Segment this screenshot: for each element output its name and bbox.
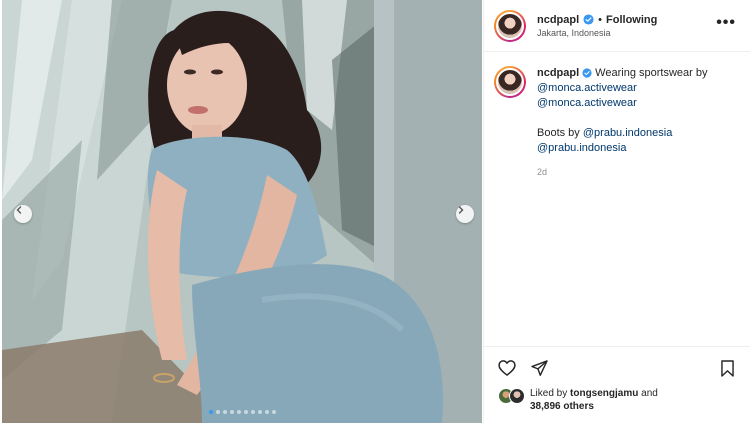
carousel-dot xyxy=(208,410,213,414)
caption-avatar[interactable] xyxy=(496,68,524,96)
post-modal: ncdpapl • Following Jakarta, Indonesia •… xyxy=(0,0,750,423)
likes-prefix: Liked by xyxy=(530,388,568,399)
likes-text: Liked by tongsengjamu and 38,896 others xyxy=(530,387,658,413)
follow-separator: • xyxy=(598,13,603,26)
caption-text: Wearing sportswear by xyxy=(595,67,708,79)
caption-boots-text: Boots by xyxy=(537,127,580,139)
caption-body: ncdpapl Wearing sportswear by @monca.acti… xyxy=(537,66,736,180)
verified-badge-icon xyxy=(583,14,594,25)
like-button[interactable] xyxy=(496,357,518,379)
caption-timestamp: 2d xyxy=(537,167,548,177)
following-button[interactable]: Following xyxy=(606,14,657,26)
post-author-username[interactable]: ncdpapl xyxy=(537,14,579,26)
liker-username[interactable]: tongsengjamu xyxy=(570,388,638,399)
mention-link[interactable]: @prabu.indonesia xyxy=(537,142,626,154)
action-buttons xyxy=(484,347,750,379)
share-button[interactable] xyxy=(528,357,550,379)
carousel-dot xyxy=(264,410,269,414)
chevron-right-icon xyxy=(458,206,464,214)
avatar xyxy=(509,388,525,404)
post-photo xyxy=(2,0,482,423)
caption-line-1: ncdpapl Wearing sportswear by @monca.acti… xyxy=(537,66,736,111)
avatar[interactable] xyxy=(496,11,524,40)
post-location[interactable]: Jakarta, Indonesia xyxy=(537,28,716,38)
verified-badge-icon xyxy=(582,68,592,78)
paper-plane-icon xyxy=(530,359,548,376)
header-text: ncdpapl • Following Jakarta, Indonesia xyxy=(537,14,716,38)
carousel-dot xyxy=(215,410,220,414)
post-header: ncdpapl • Following Jakarta, Indonesia •… xyxy=(484,0,750,52)
carousel-indicator xyxy=(2,410,482,414)
mention-link[interactable]: @prabu.indonesia xyxy=(583,127,672,139)
post-date: 2 DAYS AGO xyxy=(484,413,750,423)
carousel-dot xyxy=(229,410,234,414)
carousel-prev-button[interactable] xyxy=(14,205,32,223)
caption-story-ring[interactable] xyxy=(494,66,526,98)
carousel-dot xyxy=(271,410,276,414)
header-username-row: ncdpapl • Following xyxy=(537,14,716,26)
heart-icon xyxy=(498,360,516,376)
caption-block: ncdpapl Wearing sportswear by @monca.acti… xyxy=(484,52,750,180)
more-options-button[interactable]: ••• xyxy=(716,14,736,32)
bookmark-icon xyxy=(720,359,734,377)
carousel-dot xyxy=(236,410,241,414)
carousel-dot xyxy=(257,410,262,414)
carousel-dot xyxy=(250,410,255,414)
post-actions-section: Liked by tongsengjamu and 38,896 others … xyxy=(484,346,750,423)
carousel-dot xyxy=(222,410,227,414)
likes-summary: Liked by tongsengjamu and 38,896 others xyxy=(484,379,750,413)
caption-line-2: Boots by @prabu.indonesia @prabu.indones… xyxy=(537,126,736,156)
chevron-left-icon xyxy=(16,206,22,214)
likes-others-link[interactable]: 38,896 others xyxy=(530,401,594,412)
liker-avatars[interactable] xyxy=(498,388,526,404)
likes-conj: and xyxy=(641,388,658,399)
story-ring[interactable] xyxy=(494,9,526,42)
carousel-next-button[interactable] xyxy=(456,205,474,223)
photo-illustration xyxy=(2,0,482,423)
mention-link[interactable]: @monca.activewear xyxy=(537,82,637,94)
carousel-dot xyxy=(243,410,248,414)
post-side-panel: ncdpapl • Following Jakarta, Indonesia •… xyxy=(483,0,750,423)
save-button[interactable] xyxy=(716,357,738,379)
mention-link[interactable]: @monca.activewear xyxy=(537,97,637,109)
caption-username[interactable]: ncdpapl xyxy=(537,67,579,79)
